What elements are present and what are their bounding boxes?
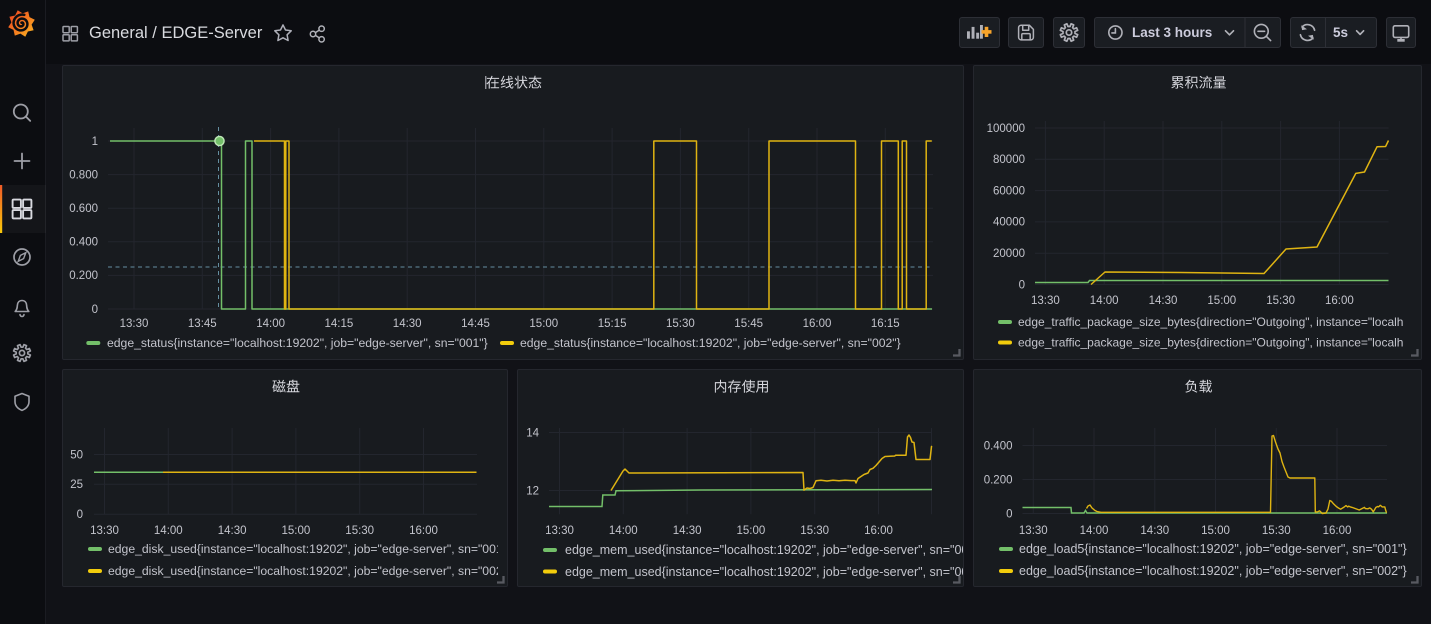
svg-text:edge_disk_used{instance="local: edge_disk_used{instance="localhost:19202…: [108, 564, 503, 578]
svg-text:edge_traffic_package_size_byte: edge_traffic_package_size_bytes{directio…: [1018, 315, 1403, 329]
svg-text:edge_status{instance="localhos: edge_status{instance="localhost:19202", …: [520, 336, 901, 350]
svg-text:15:30: 15:30: [800, 525, 829, 537]
svg-text:16:00: 16:00: [864, 525, 893, 537]
svg-text:edge_load5{instance="localhost: edge_load5{instance="localhost:19202", j…: [1019, 542, 1407, 556]
svg-text:15:00: 15:00: [529, 318, 558, 330]
svg-text:edge_mem_used{instance="localh: edge_mem_used{instance="localhost:19202"…: [565, 565, 965, 579]
svg-text:14:30: 14:30: [218, 525, 247, 537]
svg-text:15:00: 15:00: [737, 525, 766, 537]
svg-text:15:45: 15:45: [734, 318, 763, 330]
svg-text:100000: 100000: [987, 123, 1025, 135]
svg-text:0.200: 0.200: [69, 270, 98, 282]
svg-text:14:15: 14:15: [325, 318, 354, 330]
svg-text:14:00: 14:00: [1090, 295, 1119, 307]
svg-text:50: 50: [70, 449, 83, 461]
svg-text:0: 0: [1019, 279, 1025, 291]
svg-text:16:00: 16:00: [1323, 525, 1352, 537]
svg-text:14:30: 14:30: [1140, 525, 1169, 537]
svg-text:0.400: 0.400: [69, 237, 98, 249]
svg-text:1: 1: [92, 136, 98, 148]
svg-text:80000: 80000: [993, 154, 1025, 166]
svg-text:0.600: 0.600: [69, 203, 98, 215]
svg-text:13:30: 13:30: [90, 525, 119, 537]
svg-text:0: 0: [1006, 508, 1012, 520]
svg-text:12: 12: [526, 485, 539, 497]
svg-text:edge_disk_used{instance="local: edge_disk_used{instance="localhost:19202…: [108, 542, 503, 556]
svg-text:25: 25: [70, 479, 83, 491]
svg-text:edge_traffic_package_size_byte: edge_traffic_package_size_bytes{directio…: [1018, 336, 1403, 350]
svg-text:15:30: 15:30: [666, 318, 695, 330]
svg-text:16:00: 16:00: [409, 525, 438, 537]
svg-text:15:30: 15:30: [345, 525, 374, 537]
svg-text:13:30: 13:30: [1019, 525, 1048, 537]
svg-text:edge_status{instance="localhos: edge_status{instance="localhost:19202", …: [107, 336, 488, 350]
svg-text:edge_load5{instance="localhost: edge_load5{instance="localhost:19202", j…: [1019, 564, 1407, 578]
svg-text:20000: 20000: [993, 248, 1025, 260]
svg-text:16:15: 16:15: [871, 318, 900, 330]
svg-text:0: 0: [92, 304, 98, 316]
svg-text:15:15: 15:15: [598, 318, 627, 330]
svg-text:14:00: 14:00: [1080, 525, 1109, 537]
svg-text:15:00: 15:00: [1201, 525, 1230, 537]
svg-text:14:30: 14:30: [673, 525, 702, 537]
svg-text:14:00: 14:00: [154, 525, 183, 537]
svg-text:13:30: 13:30: [1031, 295, 1060, 307]
svg-text:15:00: 15:00: [1207, 295, 1236, 307]
svg-text:13:45: 13:45: [188, 318, 217, 330]
svg-text:14:45: 14:45: [461, 318, 490, 330]
svg-text:0.400: 0.400: [984, 440, 1013, 452]
svg-text:14:30: 14:30: [1149, 295, 1178, 307]
svg-text:15:30: 15:30: [1262, 525, 1291, 537]
svg-text:16:00: 16:00: [1325, 295, 1354, 307]
svg-text:14:30: 14:30: [393, 318, 422, 330]
svg-text:40000: 40000: [993, 217, 1025, 229]
svg-text:0: 0: [77, 509, 83, 521]
svg-text:13:30: 13:30: [120, 318, 149, 330]
svg-text:14: 14: [526, 427, 539, 439]
svg-text:15:30: 15:30: [1266, 295, 1295, 307]
svg-text:60000: 60000: [993, 185, 1025, 197]
svg-text:0.200: 0.200: [984, 474, 1013, 486]
svg-text:15:00: 15:00: [282, 525, 311, 537]
svg-text:0.800: 0.800: [69, 169, 98, 181]
svg-text:14:00: 14:00: [256, 318, 285, 330]
svg-text:14:00: 14:00: [609, 525, 638, 537]
svg-text:edge_mem_used{instance="localh: edge_mem_used{instance="localhost:19202"…: [565, 543, 965, 557]
svg-text:16:00: 16:00: [803, 318, 832, 330]
svg-text:13:30: 13:30: [545, 525, 574, 537]
